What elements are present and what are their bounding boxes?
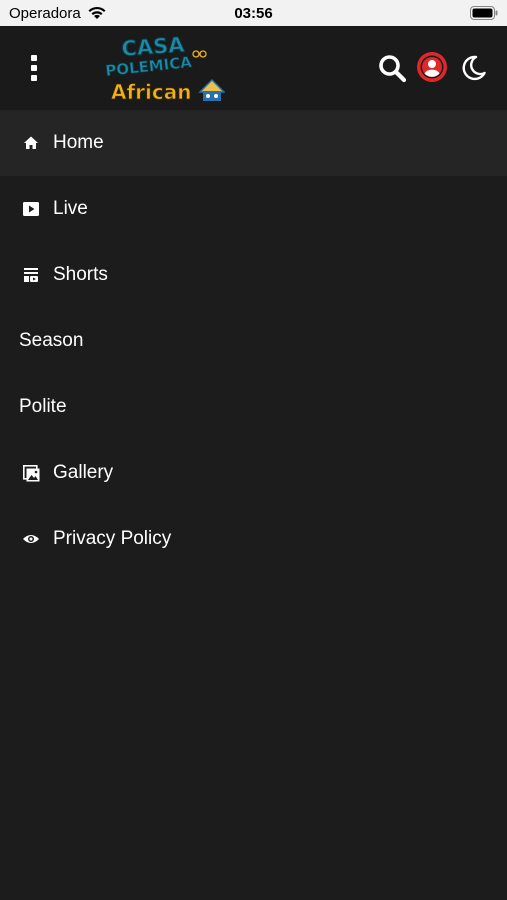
menu-dot: [31, 75, 37, 81]
app-header: CASA POLEMICA African: [0, 26, 507, 110]
menu-item-gallery[interactable]: Gallery: [0, 440, 507, 506]
menu-dots-icon: [31, 55, 37, 61]
status-left: Operadora: [9, 0, 107, 26]
more-menu-button[interactable]: [20, 50, 48, 86]
menu-item-label: Shorts: [53, 264, 108, 285]
menu-item-label: Home: [53, 132, 104, 153]
menu-item-label: Privacy Policy: [53, 528, 172, 549]
drawer-menu: Home Live Shorts Season Polite Gallery P…: [0, 110, 507, 572]
menu-dot: [31, 65, 37, 71]
menu-item-shorts[interactable]: Shorts: [0, 242, 507, 308]
battery-icon: [470, 6, 498, 24]
menu-item-season[interactable]: Season: [0, 308, 507, 374]
home-icon: [22, 134, 40, 152]
status-bar: Operadora 03:56: [0, 0, 507, 26]
carrier-label: Operadora: [9, 4, 81, 22]
gallery-icon: [22, 464, 40, 482]
menu-item-polite[interactable]: Polite: [0, 374, 507, 440]
shorts-icon: [22, 266, 40, 284]
logo-glasses-icon: [192, 50, 207, 58]
menu-item-label: Polite: [19, 396, 67, 417]
menu-item-label: Gallery: [53, 462, 114, 483]
logo-text-line2: POLEMICA: [105, 53, 193, 80]
app-logo[interactable]: CASA POLEMICA African: [100, 34, 225, 106]
menu-item-home[interactable]: Home: [0, 110, 507, 176]
wifi-icon: [88, 6, 106, 19]
search-icon[interactable]: [377, 53, 407, 83]
moon-icon[interactable]: [458, 53, 488, 83]
eye-icon: [22, 530, 40, 548]
logo-house-icon: [198, 78, 225, 101]
logo-text-line3: African: [111, 80, 192, 104]
play-icon: [22, 200, 40, 218]
menu-item-label: Live: [53, 198, 88, 219]
account-icon[interactable]: [416, 51, 448, 83]
menu-item-live[interactable]: Live: [0, 176, 507, 242]
menu-item-privacy-policy[interactable]: Privacy Policy: [0, 506, 507, 572]
menu-item-label: Season: [19, 330, 84, 351]
